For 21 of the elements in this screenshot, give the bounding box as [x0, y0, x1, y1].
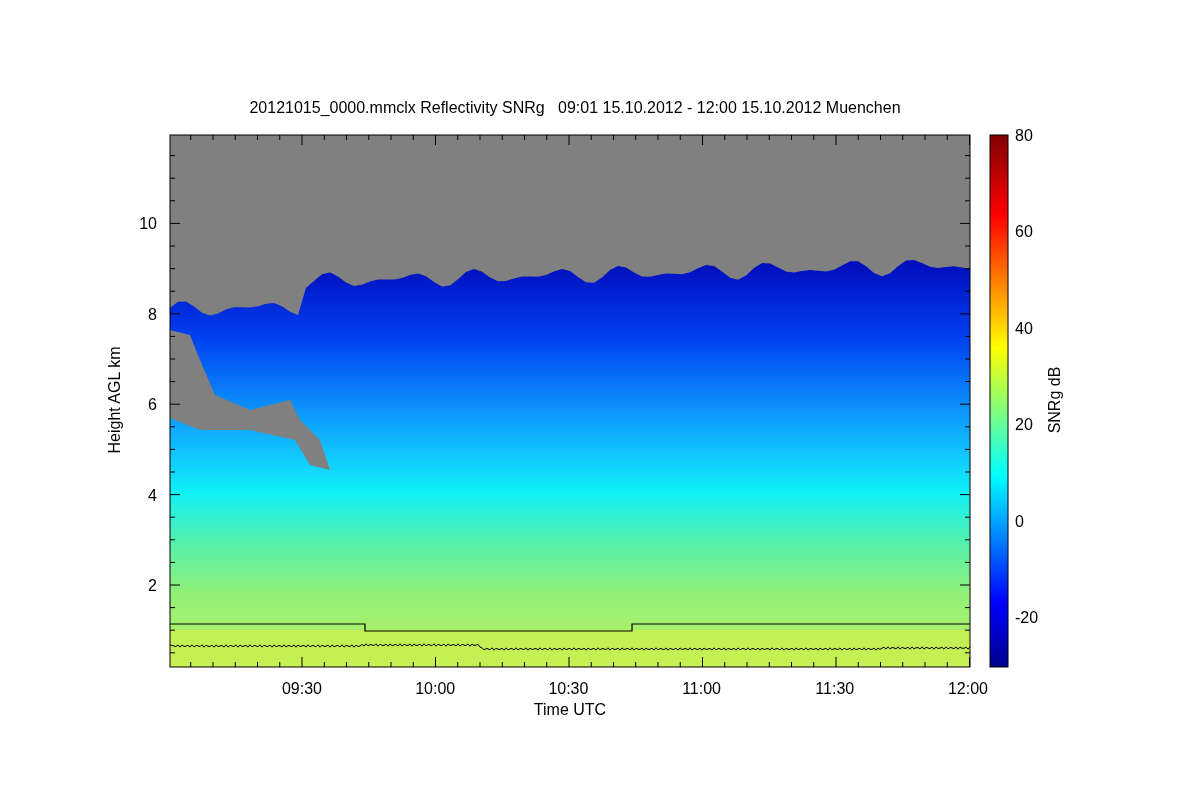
colorbar-tick-label: 80: [1015, 127, 1033, 144]
colorbar-tick-label: 0: [1015, 512, 1024, 530]
x-tick-label: 12:00: [948, 680, 988, 697]
y-axis-label: Height AGL km: [106, 346, 123, 454]
x-tick-label: 11:00: [682, 680, 722, 697]
plot-title: 20121015_0000.mmclx Reflectivity SNRg 09:01 15.10.2012 - 12:00 15.10.2012 Muenchen: [249, 99, 901, 116]
x-tick-label: 10:30: [548, 680, 589, 697]
x-tick-label: 09:30: [282, 680, 322, 697]
y-tick-label: 10: [139, 215, 157, 232]
y-tick-label: 6: [148, 396, 157, 413]
y-tick-label: 4: [148, 486, 157, 504]
x-tick-label: 10:00: [415, 680, 456, 697]
colorbar-label: SNRg dB: [1046, 366, 1063, 434]
y-tick-label: 8: [148, 305, 157, 323]
colorbar-tick-label: 20: [1015, 416, 1033, 434]
y-tick-label: 2: [148, 577, 157, 594]
colorbar-tick-label: -20: [1015, 609, 1039, 626]
colorbar-tick-label: 40: [1015, 319, 1033, 337]
x-tick-label: 11:30: [815, 680, 855, 697]
x-axis-label: Time UTC: [533, 701, 607, 718]
colorbar-tick-label: 60: [1015, 223, 1033, 241]
